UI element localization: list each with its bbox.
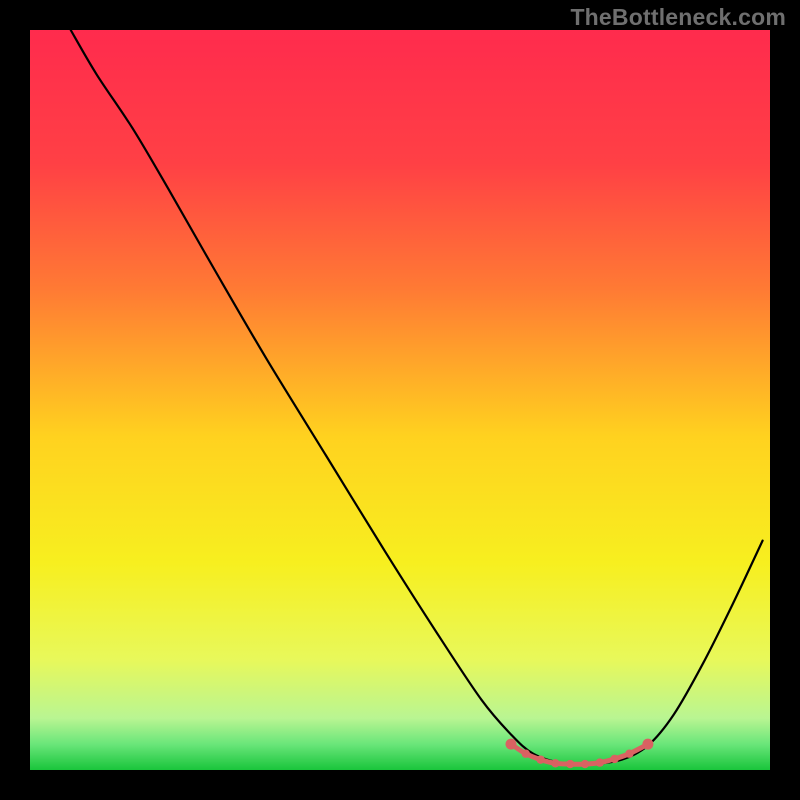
highlight-dot bbox=[536, 755, 544, 763]
highlight-dot bbox=[596, 758, 604, 766]
highlight-dot bbox=[610, 755, 618, 763]
watermark-text: TheBottleneck.com bbox=[570, 4, 786, 31]
highlight-dot bbox=[551, 759, 559, 767]
highlight-dot bbox=[506, 739, 517, 750]
highlight-dot bbox=[625, 750, 633, 758]
highlight-dot bbox=[581, 760, 589, 768]
highlight-dot bbox=[642, 739, 653, 750]
highlight-dot bbox=[566, 760, 574, 768]
bottleneck-chart: TheBottleneck.com bbox=[0, 0, 800, 800]
highlight-dot bbox=[522, 750, 530, 758]
chart-svg bbox=[0, 0, 800, 800]
